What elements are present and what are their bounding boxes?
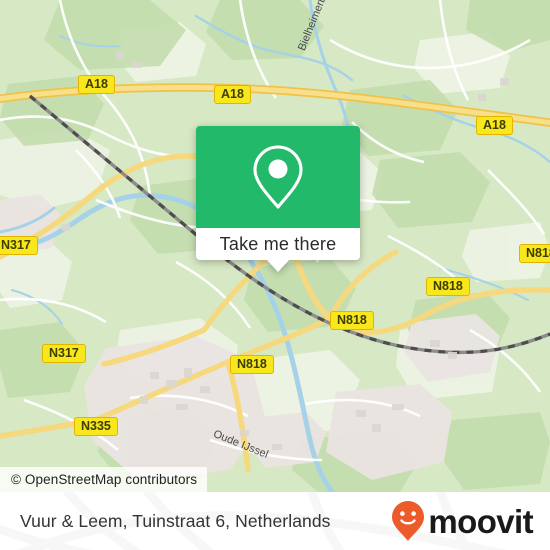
take-me-there-callout[interactable]: Take me there xyxy=(196,126,360,272)
road-shield: N317 xyxy=(42,344,86,364)
place-address-text: Vuur & Leem, Tuinstraat 6, Netherlands xyxy=(20,510,331,531)
moovit-smiley-pin-icon xyxy=(392,501,425,541)
callout-icon-panel xyxy=(196,126,360,228)
road-shield: N335 xyxy=(74,417,118,437)
road-shield: N818 xyxy=(330,311,374,331)
moovit-wordmark: moovit xyxy=(428,502,533,540)
take-me-there-label: Take me there xyxy=(219,234,337,254)
footer-bar: Vuur & Leem, Tuinstraat 6, Netherlands m… xyxy=(0,492,550,550)
road-shield: A18 xyxy=(476,116,513,136)
callout-pointer-tail xyxy=(266,259,290,272)
road-shield: N317 xyxy=(0,236,38,256)
road-shield: A18 xyxy=(214,85,251,105)
place-address: Vuur & Leem, Tuinstraat 6, Netherlands xyxy=(20,492,331,550)
map-pin-icon xyxy=(253,145,303,209)
moovit-map-share-card: A18 A18 A18 N317 N818 N818 N818 N317 N81… xyxy=(0,0,550,550)
osm-attribution[interactable]: © OpenStreetMap contributors xyxy=(0,467,207,492)
road-shield: N818 xyxy=(230,355,274,375)
road-shield: N818 xyxy=(426,277,470,297)
moovit-logo[interactable]: moovit xyxy=(391,492,534,550)
road-shield: N818 xyxy=(519,244,550,264)
osm-attribution-text: © OpenStreetMap contributors xyxy=(11,472,198,487)
road-shield: A18 xyxy=(78,75,115,95)
callout-action-panel[interactable]: Take me there xyxy=(196,228,360,260)
